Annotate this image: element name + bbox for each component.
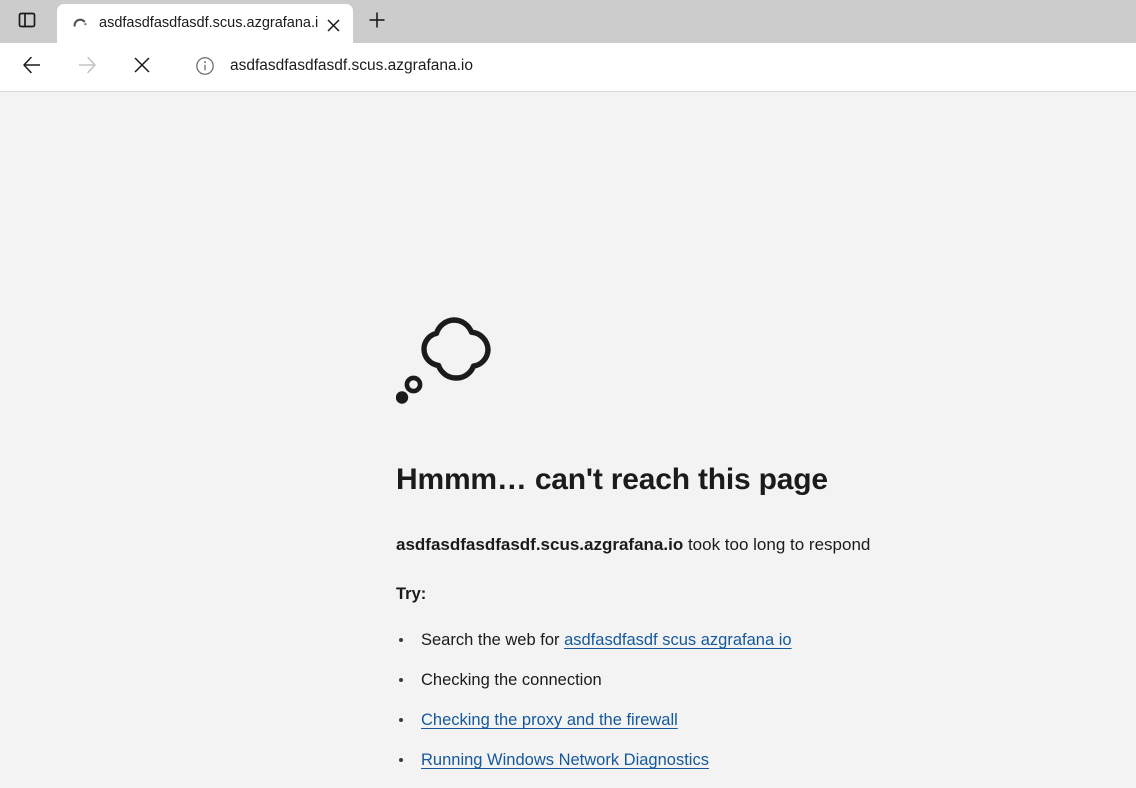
address-bar[interactable]: asdfasdfasdfasdf.scus.azgrafana.io	[180, 48, 1136, 84]
list-item: Checking the connection	[396, 668, 792, 708]
tab-actions-button[interactable]	[10, 7, 44, 37]
list-item: Running Windows Network Diagnostics	[396, 748, 792, 788]
arrow-left-icon	[21, 54, 43, 81]
list-item: Search the web for asdfasdfasdf scus azg…	[396, 628, 792, 668]
suggestion-text: Search the web for	[421, 631, 565, 649]
network-diagnostics-link[interactable]: Running Windows Network Diagnostics	[421, 751, 709, 769]
plus-icon	[367, 10, 387, 35]
try-label: Try:	[396, 585, 427, 603]
browser-toolbar: asdfasdfasdfasdf.scus.azgrafana.io	[0, 43, 1136, 92]
suggestion-text: Checking the connection	[421, 671, 602, 689]
stop-loading-button[interactable]	[126, 51, 158, 83]
address-bar-text[interactable]: asdfasdfasdfasdf.scus.azgrafana.io	[230, 57, 473, 75]
error-page: Hmmm… can't reach this page asdfasdfasdf…	[0, 92, 1136, 769]
tab-title: asdfasdfasdfasdf.scus.azgrafana.i	[99, 15, 319, 31]
browser-tab[interactable]: asdfasdfasdfasdf.scus.azgrafana.i	[57, 4, 353, 43]
new-tab-button[interactable]	[360, 7, 394, 37]
thought-bubble-icon	[395, 300, 506, 410]
back-button[interactable]	[16, 51, 48, 83]
suggestion-list: Search the web for asdfasdfasdf scus azg…	[396, 628, 792, 788]
error-host: asdfasdfasdfasdf.scus.azgrafana.io	[396, 535, 684, 554]
page-title: Hmmm… can't reach this page	[396, 463, 828, 496]
error-subtitle: asdfasdfasdfasdf.scus.azgrafana.io took …	[396, 535, 870, 555]
arrow-right-icon	[76, 54, 98, 81]
info-circle-icon[interactable]	[194, 55, 216, 77]
split-pane-icon	[18, 11, 36, 34]
list-item: Checking the proxy and the firewall	[396, 708, 792, 748]
error-subtitle-rest: took too long to respond	[683, 535, 871, 554]
close-icon[interactable]	[321, 13, 345, 37]
loading-spinner-icon	[71, 15, 89, 33]
close-icon	[133, 56, 151, 79]
search-web-link[interactable]: asdfasdfasdf scus azgrafana io	[564, 631, 791, 649]
forward-button	[71, 51, 103, 83]
tab-strip: asdfasdfasdfasdf.scus.azgrafana.i	[0, 0, 1136, 43]
check-proxy-firewall-link[interactable]: Checking the proxy and the firewall	[421, 711, 678, 729]
